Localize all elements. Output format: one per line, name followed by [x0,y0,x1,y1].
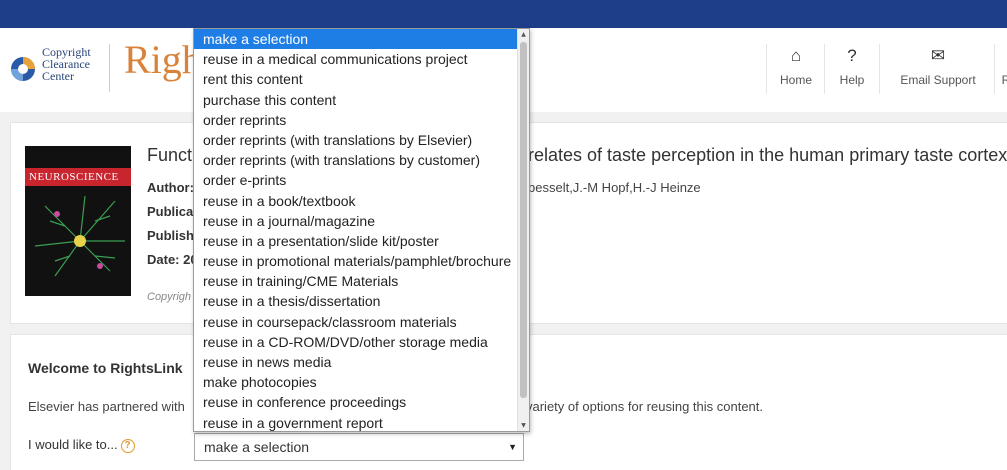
publication-label: Publica [147,204,194,219]
nav-divider [994,44,995,94]
would-like-label: I would like to...? [28,437,135,453]
home-icon: ⌂ [790,46,802,65]
article-authors: besselt,J.-M Hopf,H.-J Heinze [528,180,701,195]
partner-text-left: Elsevier has partnered with [28,399,185,414]
dropdown-option[interactable]: reuse in a journal/magazine [194,211,518,231]
help-icon: ? [847,46,857,65]
dropdown-option[interactable]: purchase this content [194,90,518,110]
partial-nav-icon [999,46,1007,66]
dropdown-option[interactable]: reuse in a CD-ROM/DVD/other storage medi… [194,332,518,352]
publisher-label: Publish [147,228,194,243]
ccc-logo[interactable]: Copyright Clearance Center [8,46,98,90]
nav-divider [766,44,767,94]
dropdown-option[interactable]: order e-prints [194,170,518,190]
reuse-option-select[interactable]: make a selection ▼ [194,433,524,461]
ccc-globe-icon [11,57,35,81]
reuse-option-dropdown[interactable]: make a selection reuse in a medical comm… [193,28,530,432]
article-title-left: Funct [147,145,193,165]
scroll-up-icon[interactable]: ▲ [518,29,529,40]
dropdown-option[interactable]: rent this content [194,69,518,89]
dropdown-option[interactable]: reuse in news media [194,352,518,372]
help-icon[interactable]: ? [120,438,135,453]
dropdown-option[interactable]: reuse in a thesis/dissertation [194,291,518,311]
dropdown-option[interactable]: make a selection [194,29,518,50]
dropdown-option[interactable]: reuse in training/CME Materials [194,271,518,291]
neuron-image [34,195,125,277]
email-icon: ✉ [930,46,946,65]
dropdown-option[interactable]: make photocopies [194,372,518,392]
article-title-right: relates of taste perception in the human… [528,145,1007,165]
dropdown-option[interactable]: order reprints (with translations by cus… [194,150,518,170]
dropdown-option[interactable]: reuse in a government report [194,413,518,431]
nav-email-support[interactable]: ✉ Email Support [888,46,988,92]
dropdown-options: make a selection reuse in a medical comm… [194,29,518,431]
date-label: Date: 20 [147,252,198,267]
scrollbar-thumb[interactable] [520,42,527,398]
partner-text-right: variety of options for reusing this cont… [526,399,764,414]
chevron-down-icon: ▼ [508,442,517,452]
dropdown-option[interactable]: order reprints (with translations by Els… [194,130,518,150]
nav-partial-item[interactable]: R [999,46,1007,92]
nav-help[interactable]: ? Help [832,46,872,92]
ccc-logo-text: Copyright Clearance Center [42,45,91,83]
dropdown-option[interactable]: order reprints [194,110,518,130]
scroll-down-icon[interactable]: ▼ [518,420,529,431]
dropdown-option[interactable]: reuse in a presentation/slide kit/poster [194,231,518,251]
nav-home[interactable]: ⌂ Home [775,46,817,92]
dropdown-option[interactable]: reuse in a book/textbook [194,191,518,211]
page: Copyright Clearance Center RightsLink ⌂ … [0,0,1007,470]
nav-divider [824,44,825,94]
author-label: Author: [147,180,194,195]
welcome-heading: Welcome to RightsLink [28,360,183,376]
dropdown-option[interactable]: reuse in a medical communications projec… [194,49,518,69]
nav-divider [879,44,880,94]
copyright-text: Copyrigh [147,291,192,303]
journal-cover: NEUROSCIENCE [25,146,131,296]
brand-divider [109,44,110,92]
dropdown-option[interactable]: reuse in conference proceedings [194,392,518,412]
dropdown-option[interactable]: reuse in promotional materials/pamphlet/… [194,251,518,271]
select-value: make a selection [204,439,310,455]
dropdown-scrollbar[interactable]: ▲ ▼ [517,29,529,431]
top-bar [0,0,1007,28]
dropdown-option[interactable]: reuse in coursepack/classroom materials [194,312,518,332]
